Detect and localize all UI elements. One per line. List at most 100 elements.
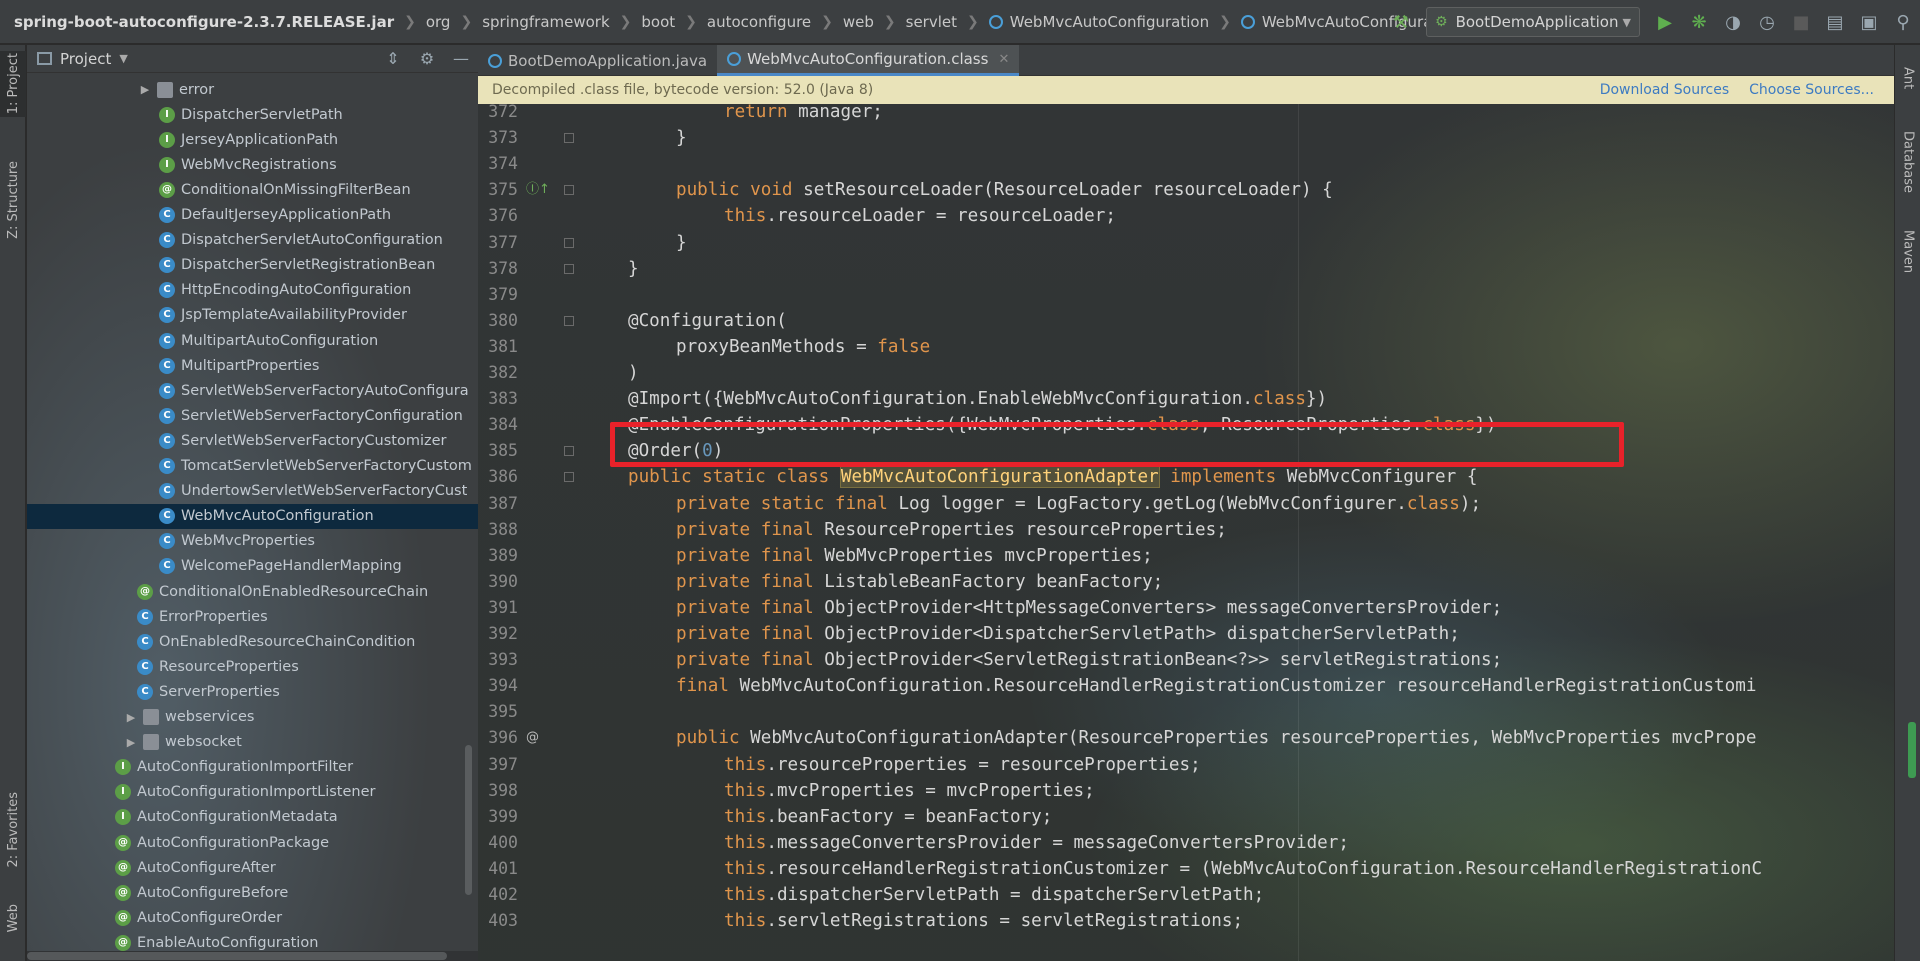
code-line[interactable]: 375 Ⓘ↑ public void setResourceLoader(Resou… — [478, 177, 1894, 203]
editor-tab[interactable]: BootDemoApplication.java — [478, 45, 717, 76]
tree-item[interactable]: @ ConditionalOnEnabledResourceChain — [27, 579, 478, 604]
line-number[interactable]: 401 — [478, 856, 518, 882]
tree-item[interactable]: @ AutoConfigureAfter — [27, 855, 478, 880]
line-number[interactable]: 392 — [478, 621, 518, 647]
tree-item[interactable]: @ ConditionalOnMissingFilterBean — [27, 177, 478, 202]
code-line[interactable]: 398 this.mvcProperties = mvcProperties; — [478, 778, 1894, 804]
line-number[interactable]: 397 — [478, 752, 518, 778]
hammer-icon[interactable]: ⚒ — [1384, 0, 1418, 44]
breadcrumb-item[interactable]: servlet — [906, 0, 957, 44]
line-number[interactable]: 403 — [478, 908, 518, 934]
gear-icon[interactable]: ⚙ — [410, 49, 444, 68]
code-line[interactable]: 382) — [478, 360, 1894, 386]
inspection-status-marker[interactable] — [1908, 722, 1916, 778]
code-line[interactable]: 391 private final ObjectProvider<HttpMess… — [478, 595, 1894, 621]
tool-tab-ant[interactable]: Ant — [1895, 53, 1920, 103]
code-line[interactable]: 396 @ public WebMvcAutoConfigurationAdapte… — [478, 725, 1894, 751]
tree-item[interactable]: C ServletWebServerFactoryAutoConfigura — [27, 378, 478, 403]
coverage-icon[interactable]: ◑ — [1716, 0, 1750, 44]
horizontal-scrollbar[interactable] — [27, 951, 478, 961]
annotation-gutter-icon[interactable]: @ — [526, 730, 539, 746]
code-area[interactable]: 372 return manager; 373} 374 375 Ⓘ↑ public voi… — [478, 102, 1894, 961]
tree-item[interactable]: C MultipartAutoConfiguration — [27, 328, 478, 353]
fold-marker-icon[interactable] — [564, 472, 574, 483]
tree-item[interactable]: @ AutoConfigureOrder — [27, 905, 478, 930]
code-line[interactable]: 378} — [478, 256, 1894, 282]
tree-item[interactable]: C HttpEncodingAutoConfiguration — [27, 278, 478, 303]
line-number[interactable]: 381 — [478, 334, 518, 360]
code-line[interactable]: 389 private final WebMvcProperties mvcPro… — [478, 543, 1894, 569]
tree-item[interactable]: I JerseyApplicationPath — [27, 127, 478, 152]
collapse-all-icon[interactable]: ⇕ — [376, 49, 410, 68]
code-line[interactable]: 401 this.resourceHandlerRegistrationCusto… — [478, 856, 1894, 882]
stop-icon[interactable]: ■ — [1784, 0, 1818, 44]
tree-item[interactable]: C ErrorProperties — [27, 604, 478, 629]
line-number[interactable]: 378 — [478, 256, 518, 282]
line-number[interactable]: 389 — [478, 543, 518, 569]
line-number[interactable]: 395 — [478, 699, 518, 725]
overrides-method-icon[interactable]: Ⓘ↑ — [526, 182, 550, 198]
line-number[interactable]: 384 — [478, 412, 518, 438]
line-number[interactable]: 399 — [478, 804, 518, 830]
search-icon[interactable]: ⚲ — [1886, 0, 1920, 44]
line-number[interactable]: 380 — [478, 308, 518, 334]
code-line[interactable]: 400 this.messageConvertersProvider = mess… — [478, 830, 1894, 856]
choose-sources-link[interactable]: Choose Sources... — [1749, 82, 1874, 98]
code-line[interactable]: 379 — [478, 282, 1894, 308]
layout-icon[interactable]: ▣ — [1852, 0, 1886, 44]
tree-item[interactable]: C WebMvcAutoConfiguration — [27, 503, 478, 529]
line-number[interactable]: 376 — [478, 203, 518, 229]
code-line[interactable]: 383 @Import({WebMvcAutoConfiguration.Enab… — [478, 386, 1894, 412]
line-number[interactable]: 372 — [478, 99, 518, 125]
editor-tab[interactable]: WebMvcAutoConfiguration.class ✕ — [717, 45, 1020, 76]
code-line[interactable]: 397 this.resourceProperties = resourcePro… — [478, 752, 1894, 778]
tree-item[interactable]: C DispatcherServletAutoConfiguration — [27, 228, 478, 253]
line-number[interactable]: 383 — [478, 386, 518, 412]
line-number[interactable]: 391 — [478, 595, 518, 621]
scrollbar-thumb[interactable] — [27, 952, 447, 960]
expand-arrow-icon[interactable]: ▶ — [123, 736, 139, 749]
tree-item[interactable]: C WebMvcProperties — [27, 529, 478, 554]
fold-marker-icon[interactable] — [564, 263, 574, 274]
fold-marker-icon[interactable] — [564, 315, 574, 326]
code-line[interactable]: 373} — [478, 125, 1894, 151]
breadcrumb-item[interactable]: org — [426, 0, 451, 44]
tool-tab-database[interactable]: Database — [1895, 117, 1920, 207]
tree-item[interactable]: I DispatcherServletPath — [27, 102, 478, 127]
minimize-icon[interactable]: — — [444, 49, 478, 68]
tree-item[interactable]: ▶ websocket — [27, 730, 478, 755]
code-line[interactable]: 388 private final ResourceProperties reso… — [478, 517, 1894, 543]
line-number[interactable]: 396 — [478, 725, 518, 751]
close-icon[interactable]: ✕ — [998, 52, 1009, 67]
profile-icon[interactable]: ◷ — [1750, 0, 1784, 44]
tool-tab-structure[interactable]: Z: Structure — [0, 155, 26, 245]
line-number[interactable]: 393 — [478, 647, 518, 673]
fold-marker-icon[interactable] — [564, 133, 574, 144]
fold-marker-icon[interactable] — [564, 237, 574, 248]
line-number[interactable]: 388 — [478, 517, 518, 543]
chevron-down-icon[interactable]: ▼ — [119, 52, 127, 65]
tree-item[interactable]: C TomcatServletWebServerFactoryCustom — [27, 454, 478, 479]
code-line[interactable]: 399 this.beanFactory = beanFactory; — [478, 804, 1894, 830]
code-line[interactable]: 393 private final ObjectProvider<ServletR… — [478, 647, 1894, 673]
tree-item[interactable]: C OnEnabledResourceChainCondition — [27, 629, 478, 654]
tree-item[interactable]: I AutoConfigurationMetadata — [27, 805, 478, 830]
line-number[interactable]: 398 — [478, 778, 518, 804]
tree-item[interactable]: C DispatcherServletRegistrationBean — [27, 253, 478, 278]
tool-tab-web[interactable]: Web — [0, 895, 26, 941]
tree-item[interactable]: I WebMvcRegistrations — [27, 152, 478, 177]
tree-item[interactable]: C WelcomePageHandlerMapping — [27, 554, 478, 579]
line-number[interactable]: 400 — [478, 830, 518, 856]
tool-tab-favorites[interactable]: 2: Favorites — [0, 785, 26, 875]
line-number[interactable]: 390 — [478, 569, 518, 595]
tool-tab-maven[interactable]: Maven — [1895, 217, 1920, 287]
code-line[interactable]: 390 private final ListableBeanFactory bea… — [478, 569, 1894, 595]
tree-item[interactable]: C UndertowServletWebServerFactoryCust — [27, 479, 478, 504]
tree-item[interactable]: @ AutoConfigurationPackage — [27, 830, 478, 855]
tree-item[interactable]: C JspTemplateAvailabilityProvider — [27, 303, 478, 328]
expand-arrow-icon[interactable]: ▶ — [137, 83, 153, 96]
debug-icon[interactable]: ❋ — [1682, 0, 1716, 44]
line-number[interactable]: 377 — [478, 230, 518, 256]
breadcrumb-item[interactable]: web — [843, 0, 874, 44]
tree-item[interactable]: C ResourceProperties — [27, 654, 478, 679]
